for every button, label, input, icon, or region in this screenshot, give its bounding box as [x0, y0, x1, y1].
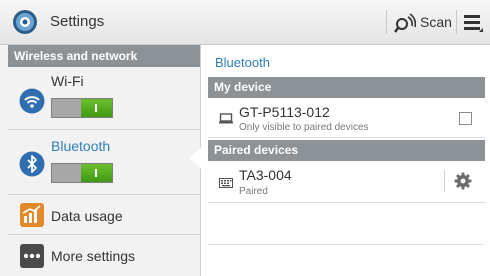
visibility-checkbox[interactable] [459, 112, 472, 125]
keyboard-icon [219, 178, 233, 188]
sidebar-item-label: Bluetooth [51, 138, 111, 154]
toolbar-divider [386, 10, 387, 34]
sidebar-item-wifi[interactable]: Wi-Fi [8, 67, 200, 130]
sidebar-item-more-settings[interactable]: More settings [8, 235, 200, 276]
settings-sidebar: Wireless and network Wi-Fi Bluetooth Dat… [0, 45, 201, 276]
my-device-header: My device [208, 77, 485, 98]
scan-label: Scan [420, 14, 452, 30]
paired-device-name: TA3-004 [239, 167, 292, 183]
sidebar-item-label: More settings [51, 248, 136, 264]
wifi-toggle[interactable] [51, 98, 113, 118]
row-divider [444, 170, 445, 192]
settings-gear-icon[interactable] [12, 9, 38, 35]
app-title: Settings [50, 13, 105, 30]
bluetooth-icon [19, 151, 45, 177]
action-bar: Settings Scan [0, 0, 490, 45]
overflow-menu-icon[interactable] [462, 10, 484, 34]
bluetooth-detail-pane: Bluetooth My device GT-P5113-012 Only vi… [201, 45, 490, 276]
more-settings-dots-icon [20, 244, 44, 268]
gear-icon[interactable] [454, 172, 472, 190]
sidebar-item-label: Wi-Fi [51, 73, 84, 89]
tablet-device-icon [219, 113, 233, 124]
sidebar-item-data-usage[interactable]: Data usage [8, 195, 200, 235]
bluetooth-toggle[interactable] [51, 163, 113, 183]
sidebar-section-header: Wireless and network [8, 45, 200, 67]
paired-device-status: Paired [239, 186, 268, 197]
sidebar-item-label: Data usage [51, 208, 123, 224]
scan-button[interactable]: Scan [394, 6, 452, 38]
page-title: Bluetooth [215, 55, 270, 70]
wifi-icon [19, 88, 45, 114]
sidebar-item-bluetooth[interactable]: Bluetooth [8, 130, 200, 195]
paired-device-row[interactable]: TA3-004 Paired [208, 161, 485, 203]
paired-devices-header: Paired devices [208, 140, 485, 161]
scan-radar-icon [394, 13, 416, 33]
list-divider [208, 244, 485, 245]
toolbar-divider [456, 10, 457, 34]
my-device-visibility: Only visible to paired devices [239, 122, 369, 133]
selection-pointer [190, 147, 201, 169]
data-usage-chart-icon [20, 203, 44, 227]
my-device-name: GT-P5113-012 [239, 104, 330, 120]
my-device-row[interactable]: GT-P5113-012 Only visible to paired devi… [208, 98, 485, 138]
